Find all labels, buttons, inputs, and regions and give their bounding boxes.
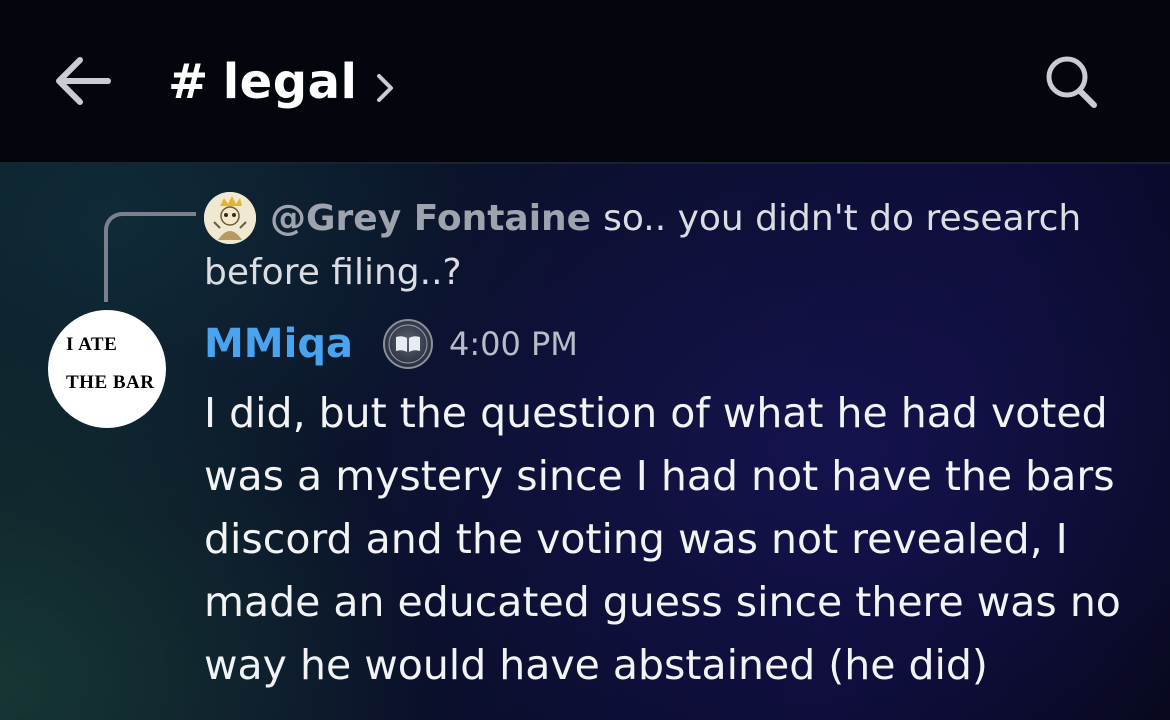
chevron-right-icon xyxy=(369,62,399,102)
channel-name: legal xyxy=(222,54,358,110)
message-line: way he would have abstained (he did) xyxy=(204,641,988,689)
book-badge-icon[interactable] xyxy=(382,319,433,369)
avatar-text-line2: THE BAR xyxy=(66,372,155,393)
message-line: discord and the voting was not revealed,… xyxy=(204,515,1068,563)
back-button[interactable] xyxy=(52,52,114,110)
message-line: was a mystery since I had not have the b… xyxy=(204,452,1115,500)
author-avatar[interactable]: I ATE THE BAR xyxy=(48,310,166,428)
arrow-left-icon xyxy=(56,57,111,105)
replied-message-preview[interactable]: @Grey Fontaine so.. you didn't do researc… xyxy=(204,192,1104,300)
avatar-text-line1: I ATE xyxy=(66,334,118,355)
message-line: I did, but the question of what he had v… xyxy=(204,389,1108,437)
search-button[interactable] xyxy=(1040,52,1102,110)
reply-author-name[interactable]: @Grey Fontaine xyxy=(270,198,591,239)
message-list[interactable]: @Grey Fontaine so.. you didn't do researc… xyxy=(0,164,1170,720)
message-content[interactable]: I did, but the question of what he had v… xyxy=(204,382,1134,697)
message-line: made an educated guess since there was n… xyxy=(204,578,1121,626)
channel-header: # legal xyxy=(0,0,1170,164)
search-icon xyxy=(1046,56,1097,108)
message-timestamp: 4:00 PM xyxy=(448,325,578,363)
channel-hash-icon: # xyxy=(168,54,209,110)
reply-text-line1: so.. you didn't do research xyxy=(603,198,1082,239)
message-header: MMiqa 4:00 PM xyxy=(204,316,578,372)
reply-connector xyxy=(104,212,196,302)
reply-text-line2: before filing..? xyxy=(204,252,462,293)
channel-title[interactable]: # legal xyxy=(168,52,399,112)
author-username[interactable]: MMiqa xyxy=(204,321,353,367)
